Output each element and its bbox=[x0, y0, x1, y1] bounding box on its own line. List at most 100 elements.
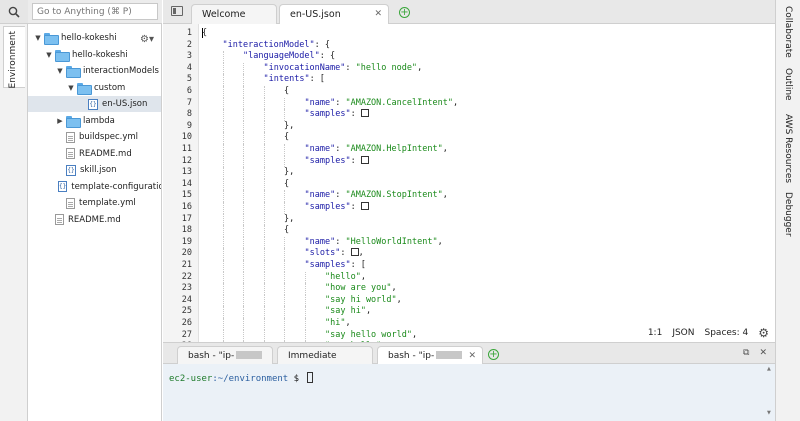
gear-icon[interactable]: ⚙▾ bbox=[140, 34, 154, 45]
file-icon bbox=[66, 148, 75, 159]
debugger-tab[interactable]: Debugger bbox=[783, 192, 793, 237]
tree-item[interactable]: {} en-US.json bbox=[28, 96, 161, 112]
text-cursor bbox=[202, 28, 203, 38]
json-key: "samples" bbox=[304, 109, 351, 120]
indent-guide bbox=[222, 260, 224, 272]
indent-guide bbox=[263, 213, 265, 226]
language-mode[interactable]: JSON bbox=[672, 328, 694, 338]
environment-tab[interactable]: Environment bbox=[3, 26, 25, 88]
indent-guide bbox=[222, 225, 224, 237]
indent-guide bbox=[243, 225, 244, 237]
code-line: "name": "AMAZON.StopIntent", bbox=[305, 190, 448, 202]
json-punctuation: : bbox=[350, 155, 361, 166]
indent-guide bbox=[284, 329, 285, 342]
close-icon[interactable]: ✕ bbox=[468, 351, 476, 361]
indent-guide bbox=[243, 62, 244, 75]
prompt-symbol: $ bbox=[288, 374, 305, 384]
tree-item[interactable]: template.yml bbox=[28, 195, 161, 211]
terminal-panel[interactable]: ec2-user:~/environment $ bbox=[163, 364, 775, 421]
tab-label: bash - "ip- bbox=[188, 351, 235, 361]
aws-resources-tab[interactable]: AWS Resources bbox=[783, 114, 793, 183]
tree-item[interactable]: buildspec.yml bbox=[28, 129, 161, 145]
restore-icon[interactable]: ⧉ bbox=[743, 348, 749, 358]
json-punctuation: , bbox=[452, 97, 459, 108]
json-string: "hi" bbox=[325, 318, 346, 328]
chevron-down-icon[interactable]: ▼ bbox=[56, 67, 64, 75]
goto-anything-bar bbox=[28, 0, 162, 24]
add-terminal-tab-icon[interactable]: + bbox=[488, 349, 499, 360]
json-string: "say hi" bbox=[325, 306, 366, 317]
indent-guide bbox=[222, 329, 224, 342]
indent-guide bbox=[222, 236, 224, 249]
json-string: "say hi world" bbox=[325, 294, 397, 305]
search-toggle-button[interactable] bbox=[0, 0, 28, 24]
tree-item[interactable]: ▼ custom bbox=[28, 80, 161, 96]
indent-guide bbox=[222, 167, 224, 179]
chevron-down-icon[interactable]: ▼ bbox=[45, 51, 53, 59]
code-line: "samples": bbox=[305, 109, 369, 121]
chevron-right-icon[interactable]: ▶ bbox=[56, 117, 64, 125]
json-punctuation: }, bbox=[284, 213, 295, 224]
cursor-position[interactable]: 1:1 bbox=[648, 328, 662, 338]
close-icon[interactable]: ✕ bbox=[759, 348, 767, 358]
code-line: }, bbox=[284, 167, 294, 179]
code-line: "interactionModel": { bbox=[223, 40, 330, 52]
line-number: 14 bbox=[181, 178, 192, 189]
json-string: "how are you" bbox=[325, 283, 392, 294]
indent-guide bbox=[284, 271, 285, 284]
tree-item[interactable]: ▶ lambda bbox=[28, 113, 161, 129]
outline-tab[interactable]: Outline bbox=[783, 68, 793, 101]
goto-anything-input[interactable] bbox=[32, 3, 158, 20]
line-number: 18 bbox=[181, 225, 192, 236]
tree-item-label: template.yml bbox=[79, 198, 136, 208]
json-key: "interactionModel" bbox=[222, 39, 315, 50]
add-tab-icon[interactable]: + bbox=[399, 7, 410, 18]
tab-welcome[interactable]: Welcome bbox=[191, 4, 277, 24]
indent-guide bbox=[284, 144, 285, 156]
code-line: "samples": bbox=[305, 155, 369, 168]
terminal-cursor bbox=[307, 372, 314, 383]
indent-guide bbox=[243, 271, 244, 284]
line-number: 8 bbox=[186, 109, 192, 120]
line-number: 6 bbox=[186, 86, 192, 96]
tab-en-us-json[interactable]: en-US.json ✕ bbox=[279, 4, 389, 25]
chevron-down-icon[interactable]: ▼ bbox=[67, 84, 75, 92]
collapsed-array-icon bbox=[360, 202, 369, 210]
tree-item[interactable]: {} template-configuration bbox=[28, 179, 161, 195]
indent-guide bbox=[243, 97, 244, 110]
tree-item[interactable]: README.md bbox=[28, 146, 161, 162]
code-editor[interactable]: 1 2 3 4 5 6 7 8 9 10 11 12 13 14 15 16 17 18 19 20 21 22 23 24 2… bbox=[163, 24, 775, 342]
tree-item[interactable]: ▼ hello-kokeshi bbox=[28, 47, 161, 63]
json-punctuation: { bbox=[284, 86, 290, 96]
line-number: 17 bbox=[181, 213, 192, 224]
json-punctuation: : bbox=[350, 109, 361, 120]
tree-item[interactable]: ▼ hello-kokeshi ⚙▾ bbox=[28, 30, 161, 46]
tab-immediate[interactable]: Immediate bbox=[277, 346, 373, 365]
tab-menu-icon[interactable] bbox=[171, 6, 183, 16]
indent-setting[interactable]: Spaces: 4 bbox=[705, 328, 749, 338]
json-key: "samples" bbox=[304, 202, 351, 212]
terminal-scrollbar[interactable] bbox=[767, 366, 773, 416]
indent-guide bbox=[243, 294, 244, 307]
collaborate-tab[interactable]: Collaborate bbox=[783, 6, 793, 58]
indent-guide bbox=[243, 260, 244, 272]
indent-guide bbox=[222, 97, 224, 110]
code-line: { bbox=[284, 179, 289, 191]
close-icon[interactable]: ✕ bbox=[374, 9, 382, 19]
code-line: "samples": bbox=[305, 202, 369, 214]
tree-item[interactable]: {} skill.json bbox=[28, 162, 161, 178]
code-line: "name": "AMAZON.CancelIntent", bbox=[305, 98, 459, 110]
indent-guide bbox=[263, 225, 265, 237]
tree-item-label: README.md bbox=[68, 214, 121, 225]
chevron-down-icon[interactable]: ▼ bbox=[34, 34, 42, 42]
editor-tab-bar: Welcome en-US.json ✕ + bbox=[163, 0, 775, 25]
tab-bash-2[interactable]: bash - "ip- ✕ bbox=[377, 346, 483, 366]
indent-guide bbox=[243, 132, 244, 144]
tree-item[interactable]: ▼ interactionModels bbox=[28, 63, 161, 79]
gear-icon[interactable]: ⚙ bbox=[758, 326, 769, 340]
tab-bash-1[interactable]: bash - "ip- bbox=[177, 346, 273, 365]
tree-item[interactable]: README.md bbox=[28, 212, 161, 228]
tree-item-label: interactionModels bbox=[83, 66, 159, 76]
json-punctuation: : { bbox=[314, 39, 330, 50]
file-icon bbox=[66, 197, 75, 209]
